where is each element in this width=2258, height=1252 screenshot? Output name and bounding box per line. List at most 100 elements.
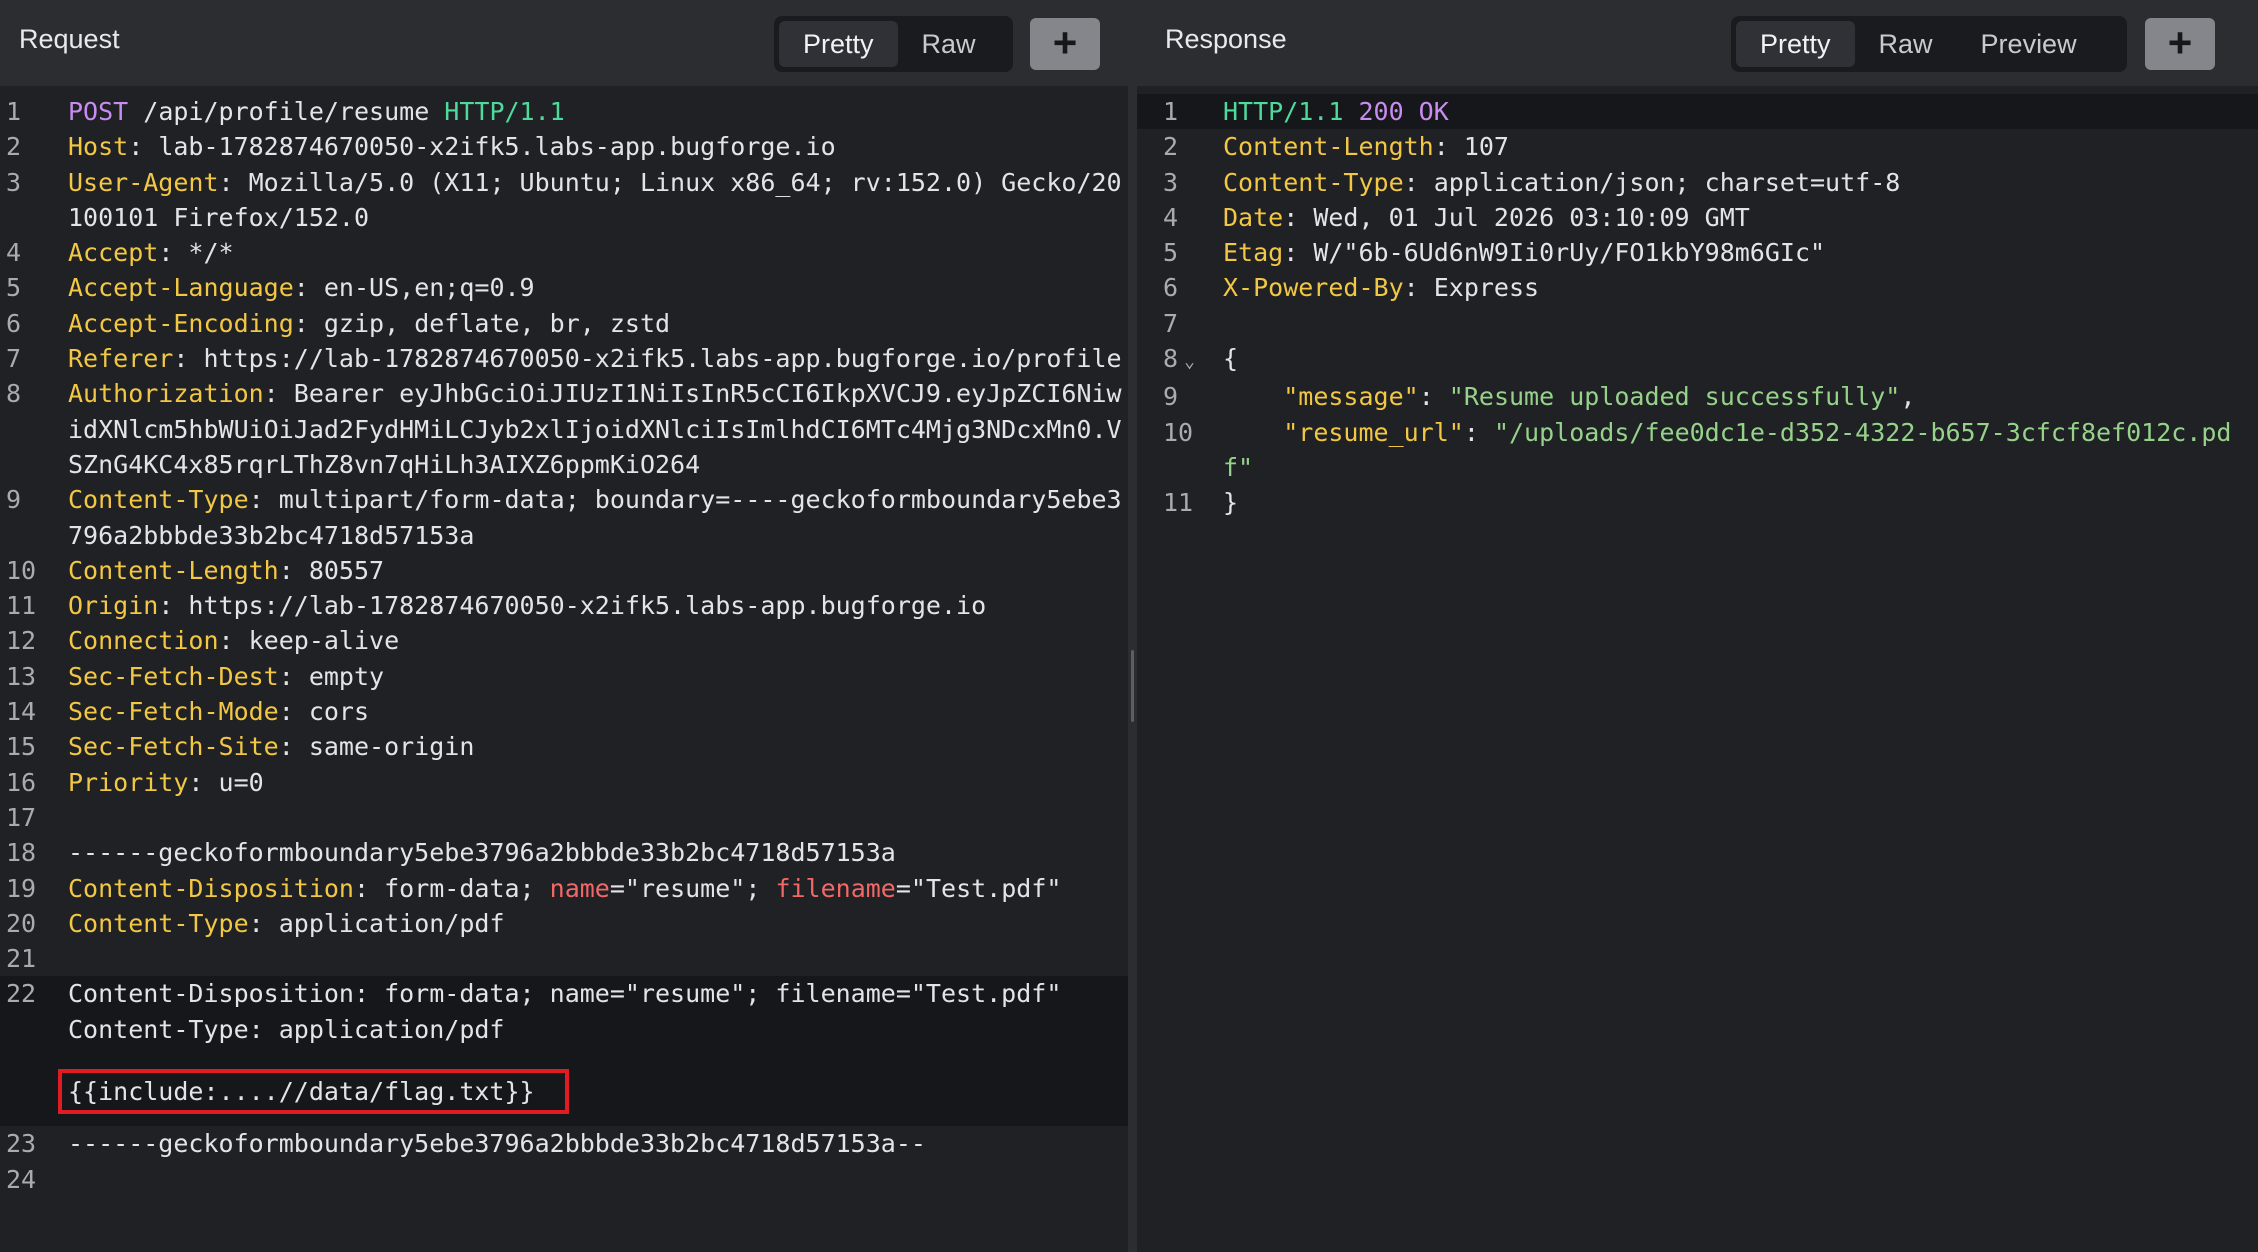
response-panel: Response Pretty Raw Preview + 1 HTTP/1.1 …: [1137, 0, 2258, 1252]
request-panel: Request Pretty Raw + 1 POST /api/profile/…: [0, 0, 1128, 1252]
code-line: 14 Sec-Fetch-Mode: cors: [0, 694, 1128, 729]
line-number: 12: [6, 626, 37, 656]
request-tab-raw[interactable]: Raw: [898, 21, 1000, 67]
json-value: "Resume uploaded successfully": [1448, 382, 1901, 412]
header-key: Priority: [68, 767, 189, 797]
line-number: 3: [1163, 167, 1179, 197]
code-line: 10 Content-Length: 80557: [0, 553, 1128, 588]
header-value: : same-origin: [278, 732, 475, 762]
header-key: Sec-Fetch-Mode: [68, 697, 279, 727]
header-value: : */*: [158, 238, 234, 268]
header-key: Accept-Language: [68, 273, 294, 303]
header-key: Authorization: [68, 379, 264, 409]
response-view-tabs: Pretty Raw Preview: [1731, 16, 2127, 72]
code-line: 23 ------geckoformboundary5ebe3796a2bbbde…: [0, 1126, 1128, 1161]
line-number: 23: [6, 1129, 37, 1159]
code-line: 7 Referer: https://lab-1782874670050-x2if…: [0, 341, 1128, 376]
header-key: Content-Disposition: [68, 873, 354, 903]
response-tab-pretty[interactable]: Pretty: [1736, 21, 1855, 67]
request-view-tabs: Pretty Raw: [774, 16, 1013, 72]
code-line: 9 Content-Type: multipart/form-data; boun…: [0, 482, 1128, 553]
request-header: Request Pretty Raw +: [0, 0, 1128, 86]
header-key: Sec-Fetch-Site: [68, 732, 279, 762]
header-value: : empty: [278, 661, 385, 691]
header-value: : https://lab-1782874670050-x2ifk5.labs-…: [158, 591, 987, 621]
response-tab-preview[interactable]: Preview: [1957, 21, 2101, 67]
payload-text: {{include:....//data/flag.txt}}: [68, 1077, 535, 1107]
response-add-button[interactable]: +: [2145, 18, 2215, 70]
body-text: Content-Type: application/pdf: [68, 1014, 505, 1044]
header-key: Content-Type: [68, 908, 249, 938]
body-text: Content-Disposition: form-data; name="re…: [68, 979, 1062, 1009]
line-number: 5: [6, 273, 22, 303]
code-line: 2 Content-Length: 107: [1137, 129, 2258, 164]
line-number: 18: [6, 838, 37, 868]
code-line: 22 Content-Disposition: form-data; name="…: [0, 976, 1128, 1011]
splitter-handle[interactable]: [1131, 650, 1134, 722]
request-editor[interactable]: 1 POST /api/profile/resume HTTP/1.1 2 Host…: [0, 94, 1128, 1252]
header-key: Content-Length: [1223, 132, 1434, 162]
header-value: : form-data;: [353, 873, 550, 903]
line-number: 10: [6, 555, 37, 585]
header-key: Content-Length: [68, 555, 279, 585]
plus-icon: +: [2167, 19, 2193, 66]
line-number: 14: [6, 697, 37, 727]
json-sep: :: [1418, 382, 1449, 412]
highlighted-body-block: 22 Content-Disposition: form-data; name="…: [0, 976, 1128, 1127]
multipart-boundary: ------geckoformboundary5ebe3796a2bbbde33…: [68, 1129, 926, 1159]
code-line: 10 "resume_url": "/uploads/fee0dc1e-d352…: [1137, 415, 2258, 486]
code-line: 4 Date: Wed, 01 Jul 2026 03:10:09 GMT: [1137, 200, 2258, 235]
line-number: 21: [6, 944, 37, 974]
header-key: User-Agent: [68, 167, 219, 197]
request-add-button[interactable]: +: [1030, 18, 1100, 70]
header-value: : Mozilla/5.0 (X11; Ubuntu; Linux x86_64…: [68, 167, 1122, 232]
request-tab-pretty[interactable]: Pretty: [779, 21, 898, 67]
header-key: Sec-Fetch-Dest: [68, 661, 279, 691]
header-value: : Express: [1403, 273, 1540, 303]
code-line: 18 ------geckoformboundary5ebe3796a2bbbde…: [0, 835, 1128, 870]
code-line: 19 Content-Disposition: form-data; name="…: [0, 871, 1128, 906]
code-line: 17: [0, 800, 1128, 835]
line-number: 4: [6, 238, 22, 268]
code-line: 5 Accept-Language: en-US,en;q=0.9: [0, 270, 1128, 305]
line-number: 2: [1163, 132, 1179, 162]
code-line: 4 Accept: */*: [0, 235, 1128, 270]
header-key: Referer: [68, 344, 174, 374]
line-number: 11: [1163, 488, 1194, 518]
json-comma: ,: [1900, 382, 1916, 412]
line-number: 13: [6, 661, 37, 691]
line-number: 10: [1163, 417, 1194, 447]
code-line: 6 Accept-Encoding: gzip, deflate, br, zst…: [0, 306, 1128, 341]
line-number: 6: [6, 308, 22, 338]
header-value: : en-US,en;q=0.9: [293, 273, 535, 303]
json-key: "message": [1283, 382, 1419, 412]
header-key: X-Powered-By: [1223, 273, 1404, 303]
line-number: 9: [6, 485, 22, 515]
header-value: : W/"6b-6Ud6nW9Ii0rUy/FO1kbY98m6GIc": [1283, 238, 1826, 268]
response-header: Response Pretty Raw Preview +: [1137, 0, 2258, 86]
panel-splitter[interactable]: [1128, 0, 1137, 1252]
header-key: Connection: [68, 626, 219, 656]
line-number: 11: [6, 591, 37, 621]
line-number: 20: [6, 908, 37, 938]
header-value: : 80557: [278, 555, 385, 585]
line-number: 8: [1163, 344, 1179, 374]
fold-chevron-icon[interactable]: ⌄: [1184, 351, 1195, 372]
header-key: Content-Type: [1223, 167, 1404, 197]
header-value: : https://lab-1782874670050-x2ifk5.labs-…: [173, 344, 1122, 374]
response-tab-raw[interactable]: Raw: [1855, 21, 1957, 67]
line-number: 7: [6, 344, 22, 374]
code-line: 2 Host: lab-1782874670050-x2ifk5.labs-app…: [0, 129, 1128, 164]
request-path: /api/profile/resume: [128, 97, 445, 126]
code-line: 8 ⌄ {: [1137, 341, 2258, 379]
param-value: ="Test.pdf": [895, 873, 1062, 903]
param-key: filename: [775, 873, 896, 903]
code-line: 7: [1137, 306, 2258, 341]
code-line: 1 POST /api/profile/resume HTTP/1.1: [0, 94, 1128, 129]
header-key: Content-Type: [68, 485, 249, 515]
code-line: 9 "message": "Resume uploaded successful…: [1137, 379, 2258, 414]
response-viewer[interactable]: 1 HTTP/1.1 200 OK 2 Content-Length: 107 3C…: [1137, 94, 2258, 1252]
line-number: 24: [6, 1164, 37, 1194]
code-line: 13 Sec-Fetch-Dest: empty: [0, 659, 1128, 694]
json-key: "resume_url": [1283, 417, 1464, 447]
